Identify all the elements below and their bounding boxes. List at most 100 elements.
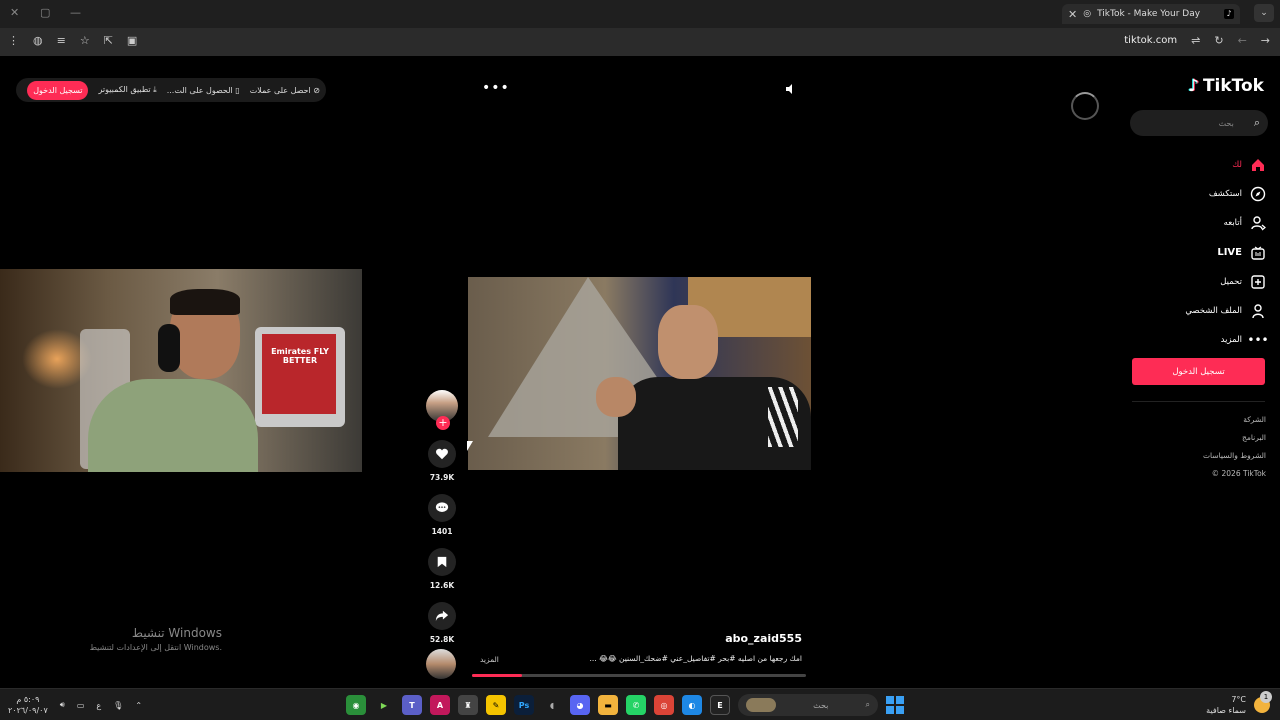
- share-count: 52.8K: [429, 635, 455, 644]
- more-options-icon[interactable]: •••: [482, 80, 510, 96]
- caption-text: امك رجعها من اصليه #بحر #تفاصيل_عني #ضحك…: [589, 654, 802, 663]
- video-progress-fill: [472, 674, 523, 677]
- epic-games-icon[interactable]: E: [710, 695, 730, 715]
- notification-badge[interactable]: 1: [1260, 691, 1272, 703]
- video-actions: + 73.9K 1401 12.6K 52.8K: [424, 390, 460, 644]
- photoshop-icon[interactable]: Ps: [514, 695, 534, 715]
- bookmark-icon[interactable]: [428, 548, 456, 576]
- video-progress-bar[interactable]: [472, 674, 806, 677]
- comment-action[interactable]: 1401: [424, 494, 460, 536]
- windows-start-icon[interactable]: [886, 696, 904, 714]
- upload-icon: [1250, 274, 1266, 290]
- reload-icon[interactable]: ↻: [1214, 34, 1223, 47]
- video-person-head: [658, 305, 718, 379]
- globe-icon: ◎: [1083, 9, 1092, 19]
- taskbar-search[interactable]: بحث ⌕: [738, 694, 878, 716]
- browser-tab[interactable]: ✕ ◎ TikTok - Make Your Day ♪: [1062, 4, 1240, 24]
- caption-more-link[interactable]: المزيد: [480, 655, 499, 664]
- sidebar-item-profile[interactable]: الملف الشخصي: [1146, 296, 1266, 325]
- save-count: 12.6K: [429, 581, 455, 590]
- close-window-icon[interactable]: ✕: [10, 6, 19, 19]
- webcam-person-hair: [170, 289, 240, 315]
- speaker-icon[interactable]: [784, 83, 796, 95]
- weather-desc: سماء صافية: [1206, 706, 1246, 715]
- sticky-notes-icon[interactable]: ✎: [486, 695, 506, 715]
- tray-chevron-icon[interactable]: ⌃: [135, 701, 142, 710]
- chrome-canary-icon[interactable]: ◉: [346, 695, 366, 715]
- activation-subtitle: انتقل إلى الإعدادات لتنشيط Windows.: [89, 643, 222, 652]
- microphone-icon[interactable]: 🎙︎: [113, 701, 123, 710]
- profile-icon[interactable]: ◍: [33, 34, 43, 47]
- taskbar-clock[interactable]: ٥:٠٩ م ٢٠٢٦/٠٩/٠٧: [8, 694, 48, 716]
- close-tab-icon[interactable]: ✕: [1068, 8, 1077, 21]
- restore-window-icon[interactable]: ▢: [40, 6, 50, 19]
- like-action[interactable]: 73.9K: [424, 440, 460, 482]
- sidebar-divider: [1132, 401, 1265, 402]
- sidebar-item-live[interactable]: LIVE: [1146, 238, 1266, 267]
- menu-dots-icon[interactable]: ⋮: [8, 34, 19, 47]
- reading-list-icon[interactable]: ≡: [57, 34, 66, 47]
- app-a-icon[interactable]: A: [430, 695, 450, 715]
- screenshot-icon[interactable]: ▣: [127, 34, 137, 47]
- footer-program-link[interactable]: البرنامج: [1203, 429, 1266, 447]
- tiktok-favicon-icon: ♪: [1224, 9, 1234, 19]
- sidebar-item-for-you[interactable]: لك: [1146, 150, 1266, 179]
- share-arrow-icon[interactable]: [428, 602, 456, 630]
- share-action[interactable]: 52.8K: [424, 602, 460, 644]
- sidebar-item-following[interactable]: أتابعه: [1146, 209, 1266, 238]
- sidebar-item-more[interactable]: المزيد •••: [1146, 326, 1269, 355]
- volume-icon[interactable]: 🔊︎: [60, 700, 65, 710]
- back-icon[interactable]: ←: [1238, 34, 1247, 47]
- top-login-button[interactable]: تسجيل الدخول: [27, 80, 89, 100]
- sidebar-login-button[interactable]: تسجيل الدخول: [1132, 358, 1265, 385]
- tab-title: TikTok - Make Your Day: [1097, 9, 1201, 19]
- like-count: 73.9K: [429, 473, 455, 482]
- taskbar-search-icon: ⌕: [865, 700, 870, 709]
- share-icon[interactable]: ⇱: [104, 34, 113, 47]
- webcam-person-body: [88, 379, 258, 472]
- whatsapp-icon[interactable]: ✆: [626, 695, 646, 715]
- video-caption: امك رجعها من اصليه #بحر #تفاصيل_عني #ضحك…: [472, 654, 802, 663]
- forward-icon[interactable]: →: [1261, 34, 1270, 47]
- comment-icon[interactable]: [428, 494, 456, 522]
- keyboard-language[interactable]: ع: [96, 701, 101, 710]
- play-icon[interactable]: ▶: [374, 695, 394, 715]
- sidebar-item-explore[interactable]: استكشف: [1146, 179, 1266, 208]
- network-icon[interactable]: ▭: [77, 701, 85, 710]
- get-app-link[interactable]: ▯ الحصول على الت...: [167, 86, 240, 95]
- search-icon[interactable]: ⌕: [1254, 116, 1260, 130]
- footer-terms-link[interactable]: الشروط والسياسات: [1203, 447, 1266, 465]
- footer-copyright: © 2026 TikTok: [1211, 469, 1266, 478]
- file-explorer-icon[interactable]: ▬: [598, 695, 618, 715]
- taskbar-search-image-icon: [746, 698, 776, 712]
- bookmark-star-icon[interactable]: ☆: [80, 34, 90, 47]
- discord-icon[interactable]: ◕: [570, 695, 590, 715]
- app-blue-icon[interactable]: ◐: [682, 695, 702, 715]
- search-input[interactable]: بحث ⌕: [1130, 110, 1268, 136]
- compass-icon: [1250, 186, 1266, 202]
- tab-menu-icon[interactable]: ⌄: [1254, 4, 1274, 22]
- sidebar-nav: لك استكشف أتابعه LIVE تحميل الملف الشخصي…: [1146, 150, 1269, 355]
- video-author[interactable]: abo_zaid555: [690, 632, 802, 645]
- teams-icon[interactable]: T: [402, 695, 422, 715]
- tiktok-logo[interactable]: ♪ TikTok: [1188, 76, 1264, 96]
- get-coins-link[interactable]: ⊘ احصل على عملات: [250, 86, 320, 95]
- url-text[interactable]: tiktok.com: [1124, 35, 1177, 46]
- next-video-avatar[interactable]: [426, 649, 456, 679]
- follow-plus-icon[interactable]: +: [436, 416, 450, 430]
- sidebar-item-upload[interactable]: تحميل: [1146, 267, 1266, 296]
- chrome-icon[interactable]: ◎: [654, 695, 674, 715]
- comment-count: 1401: [431, 527, 453, 536]
- app-game-icon[interactable]: ♜: [458, 695, 478, 715]
- site-settings-icon[interactable]: ⇌: [1191, 34, 1200, 47]
- video-player[interactable]: [468, 277, 811, 470]
- save-action[interactable]: 12.6K: [424, 548, 460, 590]
- creator-avatar[interactable]: +: [426, 390, 458, 430]
- mouse-app-icon[interactable]: ◖: [542, 695, 562, 715]
- footer-company-link[interactable]: الشركة: [1203, 411, 1266, 429]
- activation-title: تنشيط Windows: [131, 626, 222, 640]
- minimize-window-icon[interactable]: —: [70, 6, 81, 19]
- tiktok-page: ⊘ احصل على عملات ▯ الحصول على الت... ⤓ ت…: [0, 56, 1280, 688]
- desktop-app-link[interactable]: ⤓ تطبيق الكمبيوتر: [98, 85, 156, 95]
- heart-icon[interactable]: [428, 440, 456, 468]
